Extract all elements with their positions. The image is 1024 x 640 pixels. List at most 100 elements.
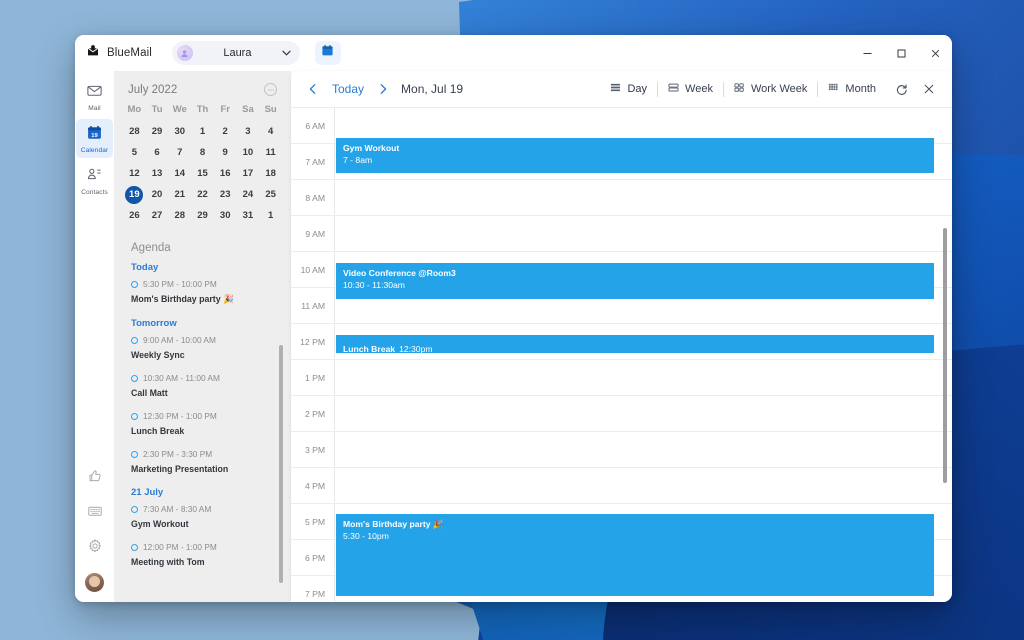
mini-day-cell[interactable]: 21 xyxy=(168,186,191,204)
mini-day-cell[interactable]: 7 xyxy=(168,144,191,162)
mini-day-cell[interactable]: 20 xyxy=(146,186,169,204)
mini-day-cell[interactable]: 10 xyxy=(237,144,260,162)
hour-cell[interactable] xyxy=(335,216,952,251)
thumbs-up-icon[interactable] xyxy=(87,468,103,489)
mini-day-cell[interactable]: 28 xyxy=(123,123,146,141)
mini-day-cell[interactable]: 15 xyxy=(191,165,214,183)
mini-calendar-grid[interactable]: Mo Tu We Th Fr Sa Su 28 29 30 1 2 3 4 5 … xyxy=(114,104,291,225)
calendar-event[interactable]: Mom's Birthday party 🎉 5:30 - 10pm xyxy=(336,514,934,596)
agenda-item[interactable]: 7:30 AM - 8:30 AM Gym Workout xyxy=(131,504,275,529)
hour-row[interactable]: 9 AM xyxy=(291,216,952,252)
hour-row[interactable]: 4 PM xyxy=(291,468,952,504)
calendar-scrollbar[interactable] xyxy=(943,228,947,483)
mini-day-cell[interactable]: 30 xyxy=(214,207,237,225)
mini-day-cell[interactable]: 12 xyxy=(123,165,146,183)
hour-cell[interactable] xyxy=(335,396,952,431)
calendar-grid-scroll[interactable]: 6 AM 7 AM 8 AM 9 AM xyxy=(291,108,952,602)
mini-day-cell[interactable]: 22 xyxy=(191,186,214,204)
hour-cell[interactable] xyxy=(335,432,952,467)
hour-row[interactable]: 3 PM xyxy=(291,432,952,468)
mini-day-cell[interactable]: 1 xyxy=(259,207,282,225)
hour-label: 12 PM xyxy=(291,324,335,359)
mini-dow: Su xyxy=(259,104,282,120)
mini-day-cell[interactable]: 25 xyxy=(259,186,282,204)
mini-day-cell[interactable]: 29 xyxy=(146,123,169,141)
sidebar-item-mail-label: Mail xyxy=(88,105,101,112)
mini-day-cell[interactable]: 27 xyxy=(146,207,169,225)
hour-cell[interactable] xyxy=(335,468,952,503)
mini-day-cell[interactable]: 17 xyxy=(237,165,260,183)
mini-day-cell[interactable]: 29 xyxy=(191,207,214,225)
mini-day-cell[interactable]: 9 xyxy=(214,144,237,162)
account-selector[interactable]: Laura xyxy=(172,41,300,65)
mini-day-cell[interactable]: 3 xyxy=(237,123,260,141)
mini-day-cell[interactable]: 26 xyxy=(123,207,146,225)
chevron-right-icon[interactable] xyxy=(373,77,393,101)
hour-row[interactable]: 8 AM xyxy=(291,180,952,216)
agenda-item[interactable]: 5:30 PM - 10:00 PM Mom's Birthday party … xyxy=(131,279,275,305)
sidebar-item-contacts[interactable]: Contacts xyxy=(76,161,113,200)
mini-calendar-title: July 2022 xyxy=(128,84,177,96)
agenda-item-time: 7:30 AM - 8:30 AM xyxy=(143,504,211,514)
hour-cell[interactable] xyxy=(335,360,952,395)
mini-day-cell[interactable]: 14 xyxy=(168,165,191,183)
agenda-item[interactable]: 2:30 PM - 3:30 PM Marketing Presentation xyxy=(131,449,275,474)
chevron-left-icon[interactable] xyxy=(303,77,323,101)
view-button-day[interactable]: Day xyxy=(600,78,657,100)
maximize-button[interactable] xyxy=(884,35,918,71)
calendar-event-title: Lunch Break xyxy=(343,344,395,353)
agenda-scrollbar[interactable] xyxy=(279,345,283,583)
close-button[interactable] xyxy=(918,35,952,71)
keyboard-icon[interactable] xyxy=(87,503,103,524)
mini-day-cell[interactable]: 24 xyxy=(237,186,260,204)
chevron-down-icon[interactable] xyxy=(282,50,291,56)
mini-day-cell[interactable]: 8 xyxy=(191,144,214,162)
calendar-toolbar: Today Mon, Jul 19 Day xyxy=(291,71,952,108)
mini-day-cell[interactable]: 31 xyxy=(237,207,260,225)
sidebar-item-calendar[interactable]: 19 Calendar xyxy=(76,119,113,158)
mini-day-cell[interactable]: 5 xyxy=(123,144,146,162)
user-avatar-photo[interactable] xyxy=(85,573,104,592)
minimize-button[interactable] xyxy=(850,35,884,71)
mini-day-cell-selected[interactable]: 19 xyxy=(123,186,146,204)
agenda-item[interactable]: 12:00 PM - 1:00 PM Meeting with Tom xyxy=(131,542,275,567)
refresh-icon[interactable] xyxy=(888,77,914,101)
hour-cell[interactable] xyxy=(335,180,952,215)
calendar-tab-button[interactable] xyxy=(315,41,341,65)
calendar-tab-icon xyxy=(321,44,334,62)
view-button-week[interactable]: Week xyxy=(658,78,723,100)
sidebar-item-mail[interactable]: Mail xyxy=(76,77,113,116)
mini-dow: Th xyxy=(191,104,214,120)
gear-icon[interactable] xyxy=(87,538,103,559)
mini-day-cell[interactable]: 11 xyxy=(259,144,282,162)
agenda-item-time-row: 12:30 PM - 1:00 PM xyxy=(131,411,275,421)
app-title: BlueMail xyxy=(107,47,152,59)
mini-day-cell[interactable]: 4 xyxy=(259,123,282,141)
agenda-item-time-row: 9:00 AM - 10:00 AM xyxy=(131,335,275,345)
mini-day-cell[interactable]: 6 xyxy=(146,144,169,162)
mini-day-cell[interactable]: 1 xyxy=(191,123,214,141)
view-switcher: Day Week Work Week xyxy=(600,77,942,101)
mini-day-cell[interactable]: 2 xyxy=(214,123,237,141)
mini-day-cell[interactable]: 28 xyxy=(168,207,191,225)
mini-day-cell[interactable]: 16 xyxy=(214,165,237,183)
view-button-work-week[interactable]: Work Week xyxy=(724,78,817,100)
calendar-event[interactable]: Lunch Break12:30pm xyxy=(336,335,934,353)
mini-day-cell[interactable]: 18 xyxy=(259,165,282,183)
calendar-event[interactable]: Video Conference @Room3 10:30 - 11:30am xyxy=(336,263,934,299)
hour-row[interactable]: 1 PM xyxy=(291,360,952,396)
close-panel-icon[interactable] xyxy=(916,77,942,101)
more-options-icon[interactable] xyxy=(264,83,277,96)
agenda-item[interactable]: 9:00 AM - 10:00 AM Weekly Sync xyxy=(131,335,275,360)
view-button-month[interactable]: Month xyxy=(818,78,886,100)
mini-day-cell[interactable]: 13 xyxy=(146,165,169,183)
hour-row[interactable]: 2 PM xyxy=(291,396,952,432)
mini-day-cell[interactable]: 23 xyxy=(214,186,237,204)
today-button[interactable]: Today xyxy=(323,82,373,96)
agenda-list[interactable]: Today 5:30 PM - 10:00 PM Mom's Birthday … xyxy=(114,260,291,602)
agenda-item[interactable]: 12:30 PM - 1:00 PM Lunch Break xyxy=(131,411,275,436)
mini-day-cell[interactable]: 30 xyxy=(168,123,191,141)
calendar-event-time: 7 - 8am xyxy=(343,154,927,166)
agenda-item[interactable]: 10:30 AM - 11:00 AM Call Matt xyxy=(131,373,275,398)
calendar-event[interactable]: Gym Workout 7 - 8am xyxy=(336,138,934,173)
